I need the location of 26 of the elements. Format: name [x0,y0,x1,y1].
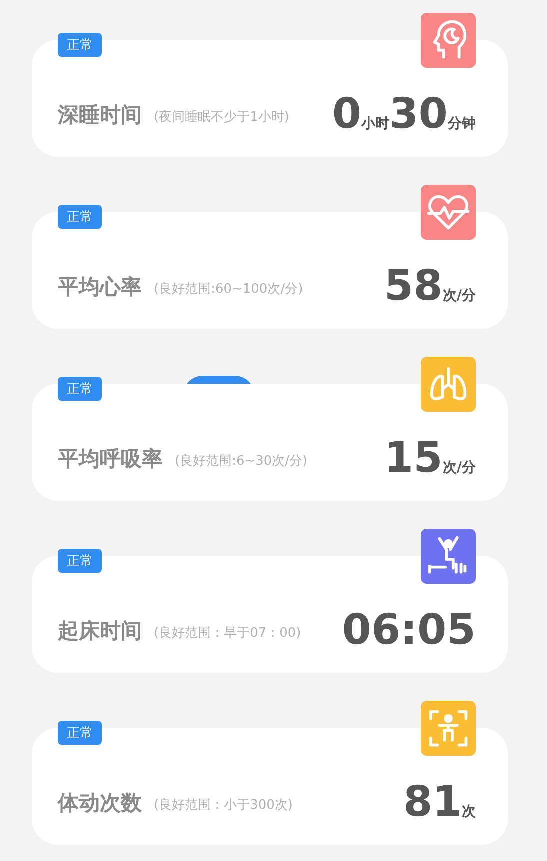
metric-title: 起床时间 [58,618,142,645]
status-badge: 正常 [58,377,102,401]
metric-title: 平均心率 [58,274,142,301]
metric-title: 体动次数 [58,790,142,817]
metric-range-hint: (良好范围:60~100次/分) [154,281,304,298]
metric-value: 30 [390,93,448,135]
status-badge: 正常 [58,549,102,573]
metric-unit: 次/分 [442,459,476,477]
status-badge: 正常 [58,721,102,745]
metric-value: 81 [404,781,462,823]
status-badge: 正常 [58,33,102,57]
metric-value: 58 [384,265,443,307]
metric-value: 15 [384,437,443,479]
metric-value: 06:05 [342,609,476,651]
status-badge: 正常 [58,205,102,229]
metric-range-hint: (良好范围：小于300次) [154,797,293,814]
metric-title: 平均呼吸率 [58,446,163,473]
metric-value: 0 [332,93,362,135]
metric-unit: 小时 [362,115,390,133]
metric-unit: 次/分 [442,287,476,305]
metric-range-hint: (夜间睡眠不少于1小时) [154,109,290,126]
metric-range-hint: (良好范围:6~30次/分) [175,453,308,470]
metric-range-hint: (良好范围：早于07：00) [154,625,302,642]
metric-title: 深睡时间 [58,102,142,129]
metric-unit: 分钟 [448,115,476,133]
metric-unit: 次 [462,803,476,821]
